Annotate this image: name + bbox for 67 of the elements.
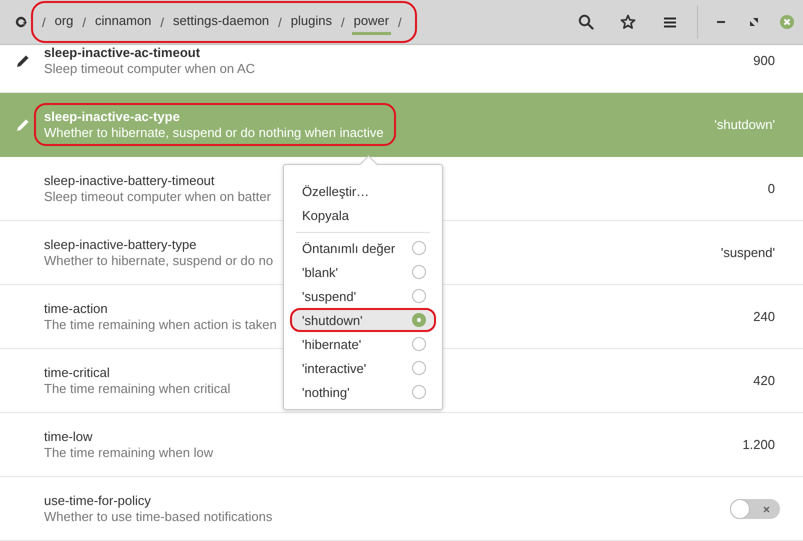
option-label: 'interactive' <box>302 360 366 376</box>
key-description: The time remaining when action is taken <box>44 317 277 332</box>
key-value: 900 <box>753 53 775 68</box>
key-description: Sleep timeout computer when on AC <box>44 61 256 76</box>
key-value: 1.200 <box>742 437 775 452</box>
key-description: Whether to hibernate, suspend or do nothing when inactive <box>44 125 384 140</box>
key-description: Sleep timeout computer when on batter <box>44 189 271 204</box>
option-label: 'blank' <box>302 264 338 280</box>
option-label: 'suspend' <box>302 288 356 304</box>
toggle-switch[interactable] <box>730 498 780 518</box>
key-name: use-time-for-policy <box>44 493 152 508</box>
search-icon <box>578 14 594 30</box>
path-button[interactable]: power <box>352 9 392 35</box>
menu-icon <box>664 16 676 28</box>
key-value: 'shutdown' <box>714 117 775 132</box>
path-separator: / <box>41 14 47 30</box>
path-separator: / <box>340 14 346 30</box>
settings-row[interactable]: use-time-for-policy Whether to use time-based notifications <box>0 477 803 541</box>
menu-item[interactable]: Özelleştir… <box>290 179 436 203</box>
path-button[interactable]: cinnamon <box>93 9 154 35</box>
key-name: time-critical <box>44 365 111 380</box>
radio-button[interactable] <box>412 241 426 255</box>
radio-button[interactable] <box>412 337 426 351</box>
minimize-icon <box>716 21 724 23</box>
radio-button[interactable] <box>412 385 426 399</box>
option-label: 'nothing' <box>302 384 350 400</box>
option-label: 'shutdown' <box>302 312 363 328</box>
radio-menu-item[interactable]: 'nothing' <box>290 380 436 404</box>
key-description: Whether to use time-based notifications <box>44 509 272 524</box>
key-description: The time remaining when low <box>44 445 214 460</box>
key-name: sleep-inactive-ac-type <box>44 109 181 124</box>
path-separator: / <box>159 14 166 30</box>
path-button[interactable]: org <box>52 9 76 35</box>
key-value: 240 <box>753 309 775 324</box>
close-icon <box>780 15 794 29</box>
restore-icon <box>750 18 758 26</box>
path-separator: / <box>81 14 88 30</box>
path-button[interactable]: settings-daemon <box>171 9 272 35</box>
key-value: 420 <box>753 373 775 388</box>
radio-button[interactable] <box>412 361 426 375</box>
key-name: sleep-inactive-battery-type <box>44 237 198 252</box>
radio-menu-item[interactable]: 'shutdown' <box>290 308 436 332</box>
key-name: time-low <box>44 429 94 444</box>
path-button[interactable]: plugins <box>288 9 334 35</box>
key-value: 'suspend' <box>720 245 775 260</box>
menu-item[interactable]: Kopyala <box>290 203 436 227</box>
star-icon <box>620 14 636 30</box>
radio-menu-item[interactable]: 'blank' <box>290 260 436 284</box>
app-icon <box>15 16 27 28</box>
option-label: Öntanımlı değer <box>302 240 396 256</box>
path-separator: / <box>277 14 283 30</box>
path-separator: / <box>397 14 403 30</box>
key-name: sleep-inactive-battery-timeout <box>44 173 216 188</box>
settings-row[interactable]: time-low The time remaining when low 1.200 <box>0 413 803 477</box>
key-description: The time remaining when critical <box>44 381 230 396</box>
key-value: 0 <box>768 181 775 196</box>
key-name: time-action <box>44 301 109 316</box>
close-icon <box>763 506 770 512</box>
key-description: Whether to hibernate, suspend or do no <box>44 253 274 268</box>
radio-menu-item[interactable]: Öntanımlı değer <box>290 236 436 260</box>
radio-button[interactable] <box>412 313 426 327</box>
option-label: 'hibernate' <box>302 336 362 352</box>
radio-button[interactable] <box>412 265 426 279</box>
radio-menu-item[interactable]: 'suspend' <box>290 284 436 308</box>
radio-menu-item[interactable]: 'interactive' <box>290 356 436 380</box>
radio-button[interactable] <box>412 289 426 303</box>
key-name: sleep-inactive-ac-timeout <box>44 45 202 60</box>
